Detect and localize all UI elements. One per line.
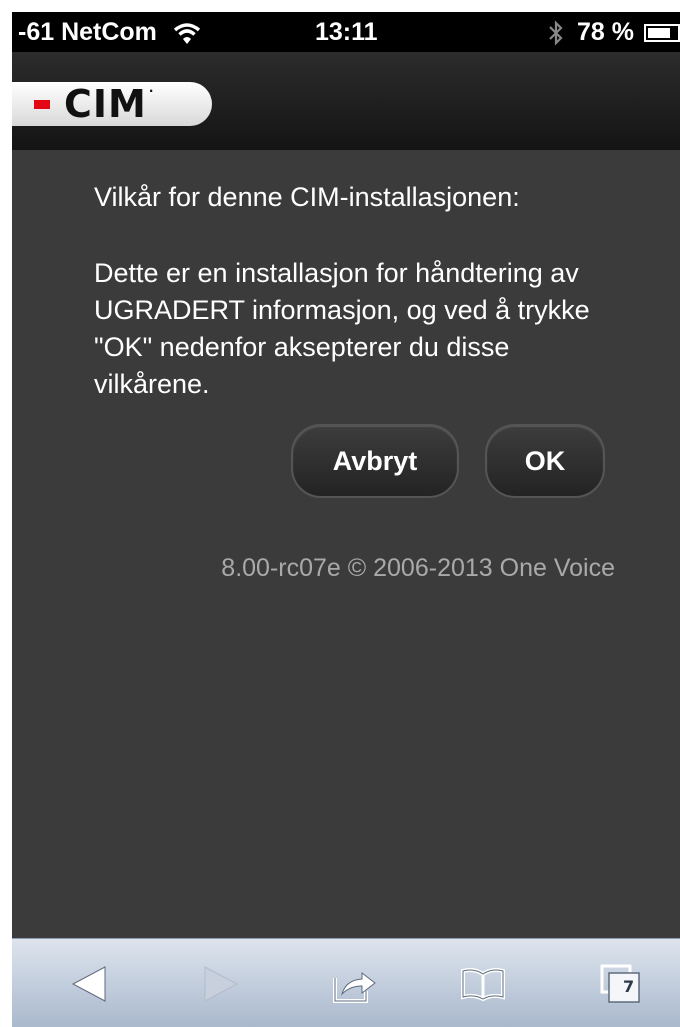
ok-button[interactable]: OK (485, 424, 605, 498)
forward-icon (204, 966, 239, 1002)
terms-panel: Vilkår for denne CIM-installasjonen: Det… (12, 150, 680, 938)
phone-screen: -61 NetCom 13:11 78 % CIM · Vilkår for de… (12, 12, 680, 1027)
terms-heading: Vilkår for denne CIM-installasjonen: (94, 182, 520, 212)
cim-logo: CIM · (12, 82, 212, 126)
logo-red-mark (34, 99, 50, 109)
share-icon (333, 971, 376, 1003)
clock: 13:11 (315, 18, 378, 46)
carrier-label: -61 NetCom (18, 18, 157, 46)
battery-icon (644, 23, 680, 42)
share-button[interactable] (330, 961, 380, 1007)
carrier-group: -61 NetCom (18, 18, 201, 47)
browser-toolbar: 7 (12, 938, 680, 1027)
bluetooth-icon (549, 19, 563, 46)
battery-percent: 78 % (577, 18, 634, 46)
logo-word: CIM (64, 82, 147, 126)
status-bar: -61 NetCom 13:11 78 % (12, 12, 680, 52)
logo-text: CIM · (64, 85, 154, 123)
logo-trademark: · (148, 84, 155, 98)
terms-body: Dette er en installasjon for håndtering … (94, 258, 590, 399)
battery-fill (648, 27, 670, 38)
tabs-button[interactable]: 7 (596, 961, 646, 1007)
tab-count: 7 (623, 977, 635, 996)
tabs-icon (600, 964, 640, 1003)
wifi-icon (173, 22, 201, 44)
status-right: 78 % (547, 18, 680, 47)
version-text: 8.00-rc07e © 2006-2013 One Voice (221, 554, 615, 582)
app-header: CIM · (12, 52, 680, 150)
forward-button[interactable] (196, 961, 246, 1007)
bookmarks-icon (461, 968, 505, 1002)
bookmarks-button[interactable] (458, 961, 508, 1007)
back-icon (71, 966, 106, 1002)
cancel-button[interactable]: Avbryt (291, 424, 459, 498)
back-button[interactable] (64, 961, 114, 1007)
